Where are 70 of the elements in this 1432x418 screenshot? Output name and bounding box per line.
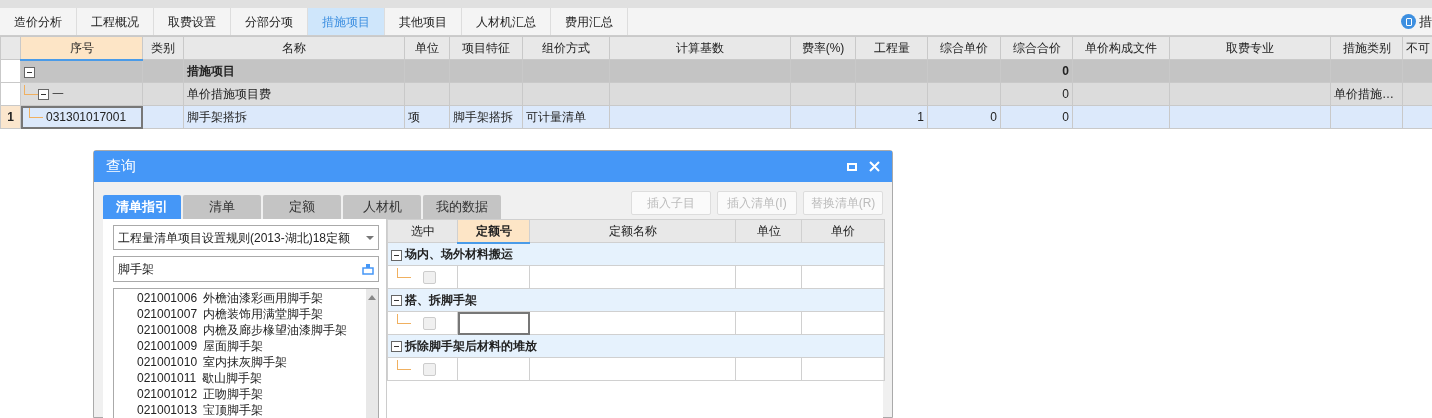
column-header[interactable]: 项目特征 bbox=[449, 36, 523, 60]
column-header[interactable]: 类别 bbox=[142, 36, 184, 60]
list-item[interactable]: 021001013 宝顶脚手架 bbox=[137, 401, 366, 418]
item-code: 021001008 bbox=[137, 321, 198, 338]
item-code: 021001013 bbox=[137, 401, 198, 418]
table-cell: 0 bbox=[1062, 87, 1069, 101]
item-code: 021001009 bbox=[137, 337, 198, 354]
library-dropdown[interactable]: 工程量清单项目设置规则(2013-湖北)18定额 bbox=[113, 225, 379, 251]
table-cell: 可计量清单 bbox=[526, 110, 586, 124]
tab[interactable]: 清单 bbox=[183, 195, 261, 219]
table-cell: 031301017001 bbox=[46, 110, 127, 124]
table-cell: 脚手架搭拆 bbox=[187, 110, 247, 124]
list-item[interactable]: 021001011 歇山脚手架 bbox=[137, 369, 366, 386]
list-item[interactable]: 021001012 正吻脚手架 bbox=[137, 385, 366, 402]
table-cell: 0 bbox=[1062, 110, 1069, 124]
column-header[interactable]: 综合单价 bbox=[927, 36, 1001, 60]
list-item[interactable]: 021001007 内檐装饰用满堂脚手架 bbox=[137, 305, 366, 322]
group-title: 场内、场外材料搬运 bbox=[405, 247, 513, 262]
table-cell: 1 bbox=[917, 110, 924, 124]
list-item[interactable]: 021001010 室内抹灰脚手架 bbox=[137, 353, 366, 370]
item-name: 外檐油漆彩画用脚手架 bbox=[203, 289, 324, 306]
group-title: 搭、拆脚手架 bbox=[405, 293, 477, 307]
column-header[interactable]: 名称 bbox=[183, 36, 405, 60]
item-code: 021001012 bbox=[137, 385, 198, 402]
tab[interactable]: 我的数据 bbox=[423, 195, 501, 219]
item-code: 021001006 bbox=[137, 289, 198, 306]
column-header[interactable]: 单价构成文件 bbox=[1072, 36, 1170, 60]
item-name: 歇山脚手架 bbox=[202, 369, 263, 386]
table-cell: 一 bbox=[52, 87, 64, 101]
column-header[interactable]: 单位 bbox=[735, 219, 802, 243]
table-cell: 单价措施项目费 bbox=[187, 87, 271, 101]
item-name: 内檐装饰用满堂脚手架 bbox=[203, 305, 324, 322]
column-header[interactable]: 序号 bbox=[20, 36, 143, 60]
column-header[interactable]: 费率(%) bbox=[790, 36, 856, 60]
tab[interactable]: 人材机 bbox=[343, 195, 421, 219]
column-header[interactable]: 措施类别 bbox=[1330, 36, 1403, 60]
list-item[interactable]: 021001009 屋面脚手架 bbox=[137, 337, 366, 354]
search-field[interactable]: 脚手架 bbox=[113, 256, 379, 282]
column-header[interactable]: 取费专业 bbox=[1169, 36, 1331, 60]
dialog-title: 查询 bbox=[106, 156, 136, 177]
table-cell: 脚手架搭拆 bbox=[453, 110, 513, 124]
table-cell: 单价措施… bbox=[1334, 87, 1394, 101]
item-code: 021001010 bbox=[137, 353, 198, 370]
item-name: 正吻脚手架 bbox=[203, 385, 264, 402]
list-item[interactable]: 021001008 内檐及廊步椽望油漆脚手架 bbox=[137, 321, 366, 338]
item-code: 021001007 bbox=[137, 305, 198, 322]
column-header[interactable]: 单位 bbox=[404, 36, 450, 60]
column-header[interactable]: 选中 bbox=[387, 219, 458, 243]
tab[interactable]: 定额 bbox=[263, 195, 341, 219]
table-cell: 项 bbox=[408, 110, 420, 124]
table-cell: 0 bbox=[990, 110, 997, 124]
list-item[interactable]: 021001006 外檐油漆彩画用脚手架 bbox=[137, 289, 366, 306]
item-code: 021001011 bbox=[137, 369, 197, 386]
column-header[interactable]: 不可 bbox=[1402, 36, 1432, 60]
row-number: 1 bbox=[7, 110, 14, 124]
item-name: 内檐及廊步椽望油漆脚手架 bbox=[203, 321, 348, 338]
table-cell: 措施项目 bbox=[187, 64, 235, 78]
table-cell: 0 bbox=[1062, 64, 1069, 78]
group-title: 拆除脚手架后材料的堆放 bbox=[405, 339, 537, 353]
column-header[interactable]: 定额号 bbox=[457, 219, 530, 243]
item-name: 屋面脚手架 bbox=[203, 337, 264, 354]
item-name: 宝顶脚手架 bbox=[203, 401, 264, 418]
column-header[interactable]: 综合合价 bbox=[1000, 36, 1073, 60]
column-header[interactable]: 组价方式 bbox=[522, 36, 610, 60]
item-name: 室内抹灰脚手架 bbox=[203, 353, 288, 370]
column-header[interactable]: 工程量 bbox=[855, 36, 928, 60]
column-header[interactable]: 单价 bbox=[801, 219, 885, 243]
column-header[interactable]: 计算基数 bbox=[609, 36, 791, 60]
toolbar-label[interactable]: 措 bbox=[1419, 11, 1432, 32]
column-header[interactable]: 定额名称 bbox=[529, 219, 736, 243]
